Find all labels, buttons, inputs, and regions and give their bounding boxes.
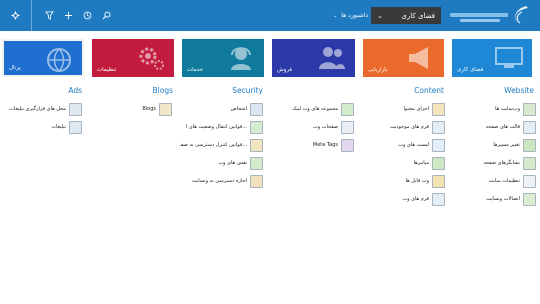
nav-item-website-access[interactable]: اجازه دسترسی به وبسایت — [192, 174, 263, 188]
nav-item-ads[interactable]: تبلیغات — [51, 120, 82, 134]
tile-workspace[interactable]: فضای کاری — [452, 39, 532, 77]
ad-icon — [69, 120, 82, 134]
tile-label: فروش — [277, 67, 293, 73]
nav-item-web-forms[interactable]: فرم های وب — [402, 192, 445, 206]
tile-label: بازاریابی — [368, 67, 388, 73]
nav-item-publishing-transition-rules[interactable]: قوانین انتقال وضعیت های ا... — [186, 120, 263, 134]
tile-label: تنظیمات — [97, 67, 117, 73]
redirect-icon — [523, 138, 536, 152]
nav-item-content-snippets[interactable]: اجزای محتوا — [403, 102, 445, 116]
nav-item-web-files[interactable]: وب فایل ها — [405, 174, 445, 188]
portal-icon — [47, 48, 71, 73]
headset-icon — [231, 47, 251, 70]
site-marker-icon — [523, 156, 536, 170]
section-title-content: Content — [414, 86, 444, 95]
nav-item-meta-tags[interactable]: Meta Tags — [313, 138, 354, 152]
nav-item-site-markers[interactable]: نشانگرهای صفحه — [483, 156, 536, 170]
nav-item-contacts[interactable]: اشخاص — [231, 102, 263, 116]
content-snippet-icon — [432, 102, 445, 116]
site-settings-icon — [523, 174, 536, 188]
web-link-set-icon — [341, 102, 354, 116]
tile-marketing[interactable]: بازاریابی — [363, 39, 444, 77]
website-access-icon — [250, 174, 263, 188]
entity-form-icon — [432, 120, 445, 134]
add-icon[interactable] — [59, 0, 78, 31]
top-navigation-bar: ⌄ داشبورد ها ⌄ فضای کاری — [0, 0, 540, 31]
nav-item-websites[interactable]: وب‌سایت ها — [495, 102, 536, 116]
nav-item-web-pages[interactable]: صفحات وب — [313, 120, 354, 134]
tile-sales[interactable]: فروش — [272, 39, 355, 77]
lock-icon — [250, 138, 263, 152]
section-title-security: Security — [232, 86, 263, 95]
nav-item-entity-lists[interactable]: لیست های وب — [398, 138, 445, 152]
tile-services[interactable]: خدمات — [182, 39, 264, 77]
ad-placement-icon — [69, 102, 82, 116]
nav-item-website-bindings[interactable]: اتصالات وبسایت — [486, 192, 536, 206]
blog-icon — [159, 102, 172, 116]
settings-icon[interactable] — [0, 0, 32, 31]
section-title-ads: Ads — [68, 86, 82, 95]
transition-rule-icon — [250, 120, 263, 134]
chevron-down-icon: ⌄ — [377, 11, 383, 20]
tile-label: پرتال — [9, 65, 21, 71]
nav-item-shortcuts[interactable]: میانبرها — [413, 156, 445, 170]
toolbar-icons — [0, 0, 116, 31]
tile-label: خدمات — [187, 67, 204, 73]
chevron-down-icon: ⌄ — [333, 12, 338, 19]
monitor-icon — [495, 47, 523, 68]
nav-item-blogs[interactable]: Blogs — [142, 102, 172, 116]
nav-item-access-control-rules[interactable]: قوانین کنترل دسترسی به صفـ... — [180, 138, 263, 152]
nav-item-site-settings[interactable]: تنظیمات سایت — [489, 174, 536, 188]
workspace-dropdown[interactable]: ⌄ فضای کاری — [371, 7, 441, 24]
filter-icon[interactable] — [40, 0, 59, 31]
megaphone-icon — [409, 47, 428, 69]
entity-list-icon — [432, 138, 445, 152]
brand-logo — [450, 6, 528, 24]
web-page-icon — [341, 120, 354, 134]
nav-item-web-link-sets[interactable]: مجموعه های وب لینک — [292, 102, 354, 116]
users-icon — [319, 47, 345, 69]
page-template-icon — [523, 120, 536, 134]
contact-icon — [250, 102, 263, 116]
history-icon[interactable] — [78, 0, 97, 31]
nav-item-page-templates[interactable]: قالب های صفحه — [486, 120, 536, 134]
search-icon[interactable] — [97, 0, 116, 31]
web-role-icon — [250, 156, 263, 170]
nav-item-ad-placements[interactable]: محل های قرارگیری تبلیغات — [9, 102, 82, 116]
tile-portal[interactable]: پرتال — [2, 39, 84, 77]
meta-tags-icon — [341, 138, 354, 152]
nav-item-entity-forms[interactable]: فرم های موجودیت — [390, 120, 445, 134]
shortcut-icon — [432, 156, 445, 170]
nav-item-web-roles[interactable]: نقش های وب — [218, 156, 263, 170]
web-form-icon — [432, 192, 445, 206]
tile-settings[interactable]: تنظیمات — [92, 39, 174, 77]
section-title-blogs: Blogs — [152, 86, 174, 95]
web-file-icon — [432, 174, 445, 188]
tile-label: فضای کاری — [457, 67, 484, 73]
dashboards-label: داشبورد ها — [341, 12, 368, 19]
workspace-label: فضای کاری — [401, 11, 435, 20]
section-title-website: Website — [504, 86, 534, 95]
dashboards-dropdown[interactable]: ⌄ داشبورد ها — [318, 8, 368, 23]
website-icon — [523, 102, 536, 116]
nav-item-redirects[interactable]: تغییر مسیرها — [493, 138, 536, 152]
website-binding-icon — [523, 192, 536, 206]
gears-icon — [139, 47, 164, 70]
